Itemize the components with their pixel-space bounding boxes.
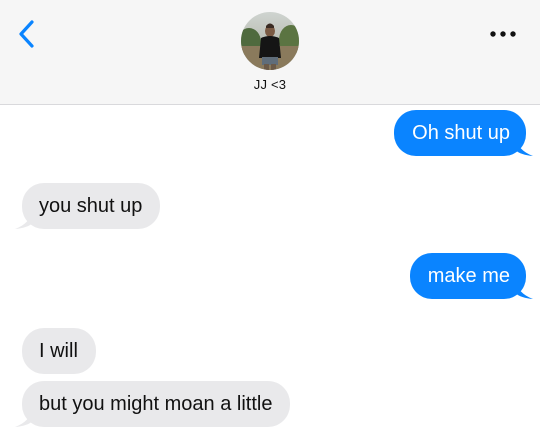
- avatar-photo: [241, 12, 299, 70]
- message-text: you shut up: [39, 195, 143, 217]
- message-text: Oh shut up: [412, 122, 510, 144]
- contact-avatar[interactable]: [241, 12, 299, 70]
- conversation-header: JJ <3: [0, 0, 540, 105]
- message-bubble-received[interactable]: but you might moan a little: [15, 381, 291, 427]
- message-text: but you might moan a little: [39, 393, 273, 415]
- message-bubble-received[interactable]: I will: [22, 328, 96, 374]
- ellipsis-icon: [490, 31, 516, 37]
- bubble-tail: [15, 407, 33, 427]
- chevron-left-icon: [19, 20, 34, 48]
- message-text: I will: [39, 340, 78, 362]
- conversation-screen: JJ <3 Oh shut up you shut up make me I w…: [0, 0, 540, 440]
- message-bubble-received[interactable]: you shut up: [15, 183, 161, 229]
- more-options-button[interactable]: [486, 20, 520, 48]
- contact-name[interactable]: JJ <3: [0, 77, 540, 92]
- back-button[interactable]: [10, 14, 42, 54]
- bubble-tail: [515, 279, 533, 299]
- bubble-tail: [15, 209, 33, 229]
- bubble-tail: [515, 136, 533, 156]
- message-bubble-sent[interactable]: Oh shut up: [394, 110, 533, 156]
- message-text: make me: [427, 265, 510, 287]
- message-bubble-sent[interactable]: make me: [409, 253, 533, 299]
